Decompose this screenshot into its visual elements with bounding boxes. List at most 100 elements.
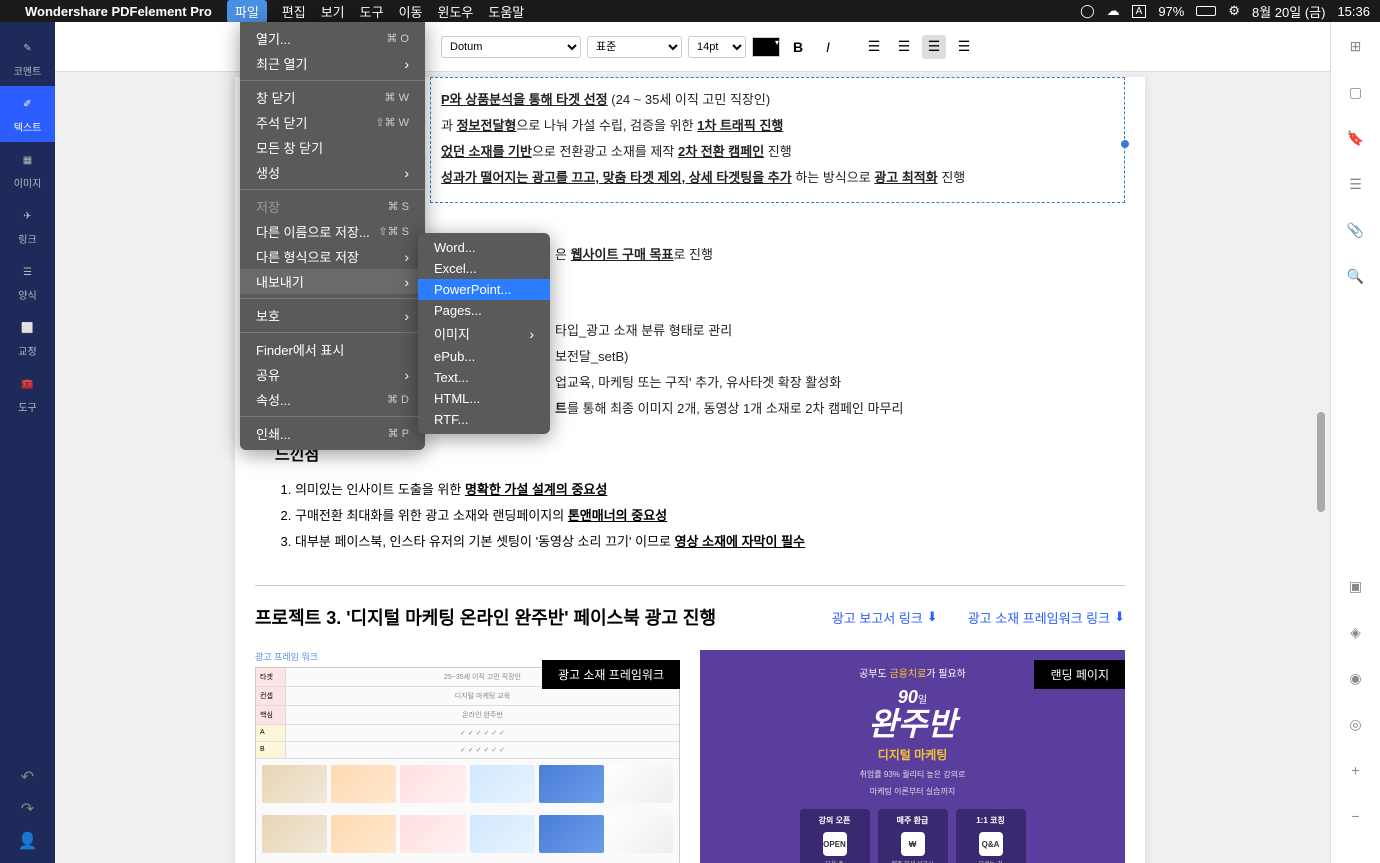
- panel-icon-3[interactable]: ◉: [1347, 669, 1365, 687]
- export-powerpoint[interactable]: PowerPoint...: [418, 279, 550, 300]
- export-pages[interactable]: Pages...: [418, 300, 550, 321]
- menu-file[interactable]: 파일: [227, 0, 267, 23]
- panel-icon-4[interactable]: ◎: [1347, 715, 1365, 733]
- sidebar-label: 도구: [18, 399, 36, 414]
- menubar-time[interactable]: 15:36: [1337, 4, 1370, 19]
- menu-view[interactable]: 보기: [321, 2, 345, 21]
- menu-go[interactable]: 이동: [399, 2, 423, 21]
- menu-close-all[interactable]: 모든 창 닫기: [240, 135, 425, 160]
- menu-recent[interactable]: 최근 열기: [240, 51, 425, 76]
- sidebar-item-text[interactable]: ✐ 텍스트: [0, 86, 55, 142]
- export-text[interactable]: Text...: [418, 367, 550, 388]
- tools-icon: 🧰: [18, 375, 38, 395]
- menu-open[interactable]: 열기...⌘ O: [240, 26, 425, 51]
- sidebar-item-tools[interactable]: 🧰 도구: [0, 366, 55, 422]
- sidebar-item-redact[interactable]: ⬜ 교정: [0, 310, 55, 366]
- cloud-icon[interactable]: ☁: [1107, 3, 1120, 19]
- export-image[interactable]: 이미지: [418, 321, 550, 346]
- panel-icon-1[interactable]: ▣: [1347, 577, 1365, 595]
- image-label: 랜딩 페이지: [1034, 660, 1125, 689]
- align-center-button[interactable]: ☰: [892, 35, 916, 59]
- input-source-icon[interactable]: A: [1132, 5, 1147, 18]
- app-name[interactable]: Wondershare PDFelement Pro: [25, 4, 212, 19]
- list-icon[interactable]: ☰: [1347, 175, 1365, 193]
- project-title: 프로젝트 3. '디지털 마케팅 온라인 완주반' 페이스북 광고 진행: [255, 604, 716, 630]
- grid-icon[interactable]: ⊞: [1347, 37, 1365, 55]
- image-label: 광고 소재 프레임워크: [542, 660, 680, 689]
- menubar-date[interactable]: 8월 20일 (금): [1252, 2, 1325, 21]
- export-word[interactable]: Word...: [418, 237, 550, 258]
- menu-properties[interactable]: 속성...⌘ D: [240, 387, 425, 412]
- panel-icon-2[interactable]: ◈: [1347, 623, 1365, 641]
- menu-protect[interactable]: 보호: [240, 303, 425, 328]
- sidebar-label: 텍스트: [14, 119, 42, 134]
- menu-window[interactable]: 윈도우: [437, 2, 473, 21]
- attachment-icon[interactable]: 📎: [1347, 221, 1365, 239]
- align-justify-button[interactable]: ☰: [952, 35, 976, 59]
- list-item: 의미있는 인사이트 도출을 위한 명확한 가설 설계의 중요성: [295, 477, 1125, 503]
- file-dropdown-menu: 열기...⌘ O 최근 열기 창 닫기⌘ W 주석 닫기⇧⌘ W 모든 창 닫기…: [240, 22, 425, 450]
- shield-icon[interactable]: ◯: [1080, 3, 1095, 19]
- sidebar-item-image[interactable]: ▦ 이미지: [0, 142, 55, 198]
- redact-icon: ⬜: [18, 319, 38, 339]
- menu-show-finder[interactable]: Finder에서 표시: [240, 337, 425, 362]
- export-excel[interactable]: Excel...: [418, 258, 550, 279]
- download-icon: ⬇: [927, 609, 938, 625]
- framework-image: 광고 프레임 워크 타겟25~35세 이직 고민 직장인 컨셉디지털 마케팅 교…: [255, 650, 680, 863]
- left-sidebar: ✎ 코멘트 ✐ 텍스트 ▦ 이미지 ✈ 링크 ☰ 양식 ⬜ 교정 🧰 도구 ↶: [0, 22, 55, 863]
- export-epub[interactable]: ePub...: [418, 346, 550, 367]
- framework-link[interactable]: 광고 소재 프레임워크 링크 ⬇: [968, 608, 1125, 627]
- list-item: 대부분 페이스북, 인스타 유저의 기본 셋팅이 '동영상 소리 끄기' 이므로…: [295, 529, 1125, 555]
- form-icon: ☰: [18, 263, 38, 283]
- menu-create[interactable]: 생성: [240, 160, 425, 185]
- redo-icon[interactable]: ↷: [16, 797, 40, 821]
- menu-save: 저장⌘ S: [240, 194, 425, 219]
- sidebar-item-link[interactable]: ✈ 링크: [0, 198, 55, 254]
- align-left-button[interactable]: ☰: [862, 35, 886, 59]
- download-icon: ⬇: [1114, 609, 1125, 625]
- selected-text-block[interactable]: P와 상품분석을 통해 타겟 선정 (24 ~ 35세 이직 고민 직장인) 과…: [430, 77, 1125, 203]
- image-icon: ▦: [18, 151, 38, 171]
- menu-export[interactable]: 내보내기: [240, 269, 425, 294]
- menu-close-window[interactable]: 창 닫기⌘ W: [240, 85, 425, 110]
- sidebar-label: 양식: [18, 287, 36, 302]
- control-center-icon[interactable]: ⚙: [1228, 3, 1240, 19]
- landing-image: 공부도 금융치료가 필요하 90일 완주반 디지털 마케팅 취업률 93% 퀄리…: [700, 650, 1125, 863]
- add-icon[interactable]: +: [1347, 761, 1365, 779]
- export-html[interactable]: HTML...: [418, 388, 550, 409]
- battery-percent: 97%: [1158, 4, 1184, 19]
- search-icon[interactable]: 🔍: [1347, 267, 1365, 285]
- user-icon[interactable]: 👤: [16, 829, 40, 853]
- menu-edit[interactable]: 편집: [282, 2, 306, 21]
- menu-save-as[interactable]: 다른 이름으로 저장...⇧⌘ S: [240, 219, 425, 244]
- minus-icon[interactable]: −: [1347, 807, 1365, 825]
- report-link[interactable]: 광고 보고서 링크 ⬇: [832, 608, 938, 627]
- size-select[interactable]: 14pt: [688, 36, 746, 58]
- list-item: 구매전환 최대화를 위한 광고 소재와 랜딩페이지의 톤앤매너의 중요성: [295, 503, 1125, 529]
- style-select[interactable]: 표준: [587, 36, 682, 58]
- menu-close-annotation[interactable]: 주석 닫기⇧⌘ W: [240, 110, 425, 135]
- font-select[interactable]: Dotum: [441, 36, 581, 58]
- menu-save-other[interactable]: 다른 형식으로 저장: [240, 244, 425, 269]
- bookmark-icon[interactable]: 🔖: [1347, 129, 1365, 147]
- sidebar-item-comment[interactable]: ✎ 코멘트: [0, 30, 55, 86]
- sidebar-item-form[interactable]: ☰ 양식: [0, 254, 55, 310]
- menu-share[interactable]: 공유: [240, 362, 425, 387]
- right-sidebar: ⊞ ▢ 🔖 ☰ 📎 🔍 ▣ ◈ ◉ ◎ + −: [1330, 22, 1380, 863]
- menu-help[interactable]: 도움말: [488, 2, 524, 21]
- menu-print[interactable]: 인쇄...⌘ P: [240, 421, 425, 446]
- align-right-button[interactable]: ☰: [922, 35, 946, 59]
- text-color-picker[interactable]: ▾: [752, 37, 780, 57]
- menu-tools[interactable]: 도구: [360, 2, 384, 21]
- export-submenu: Word... Excel... PowerPoint... Pages... …: [418, 233, 550, 434]
- vertical-scrollbar[interactable]: [1317, 412, 1325, 512]
- undo-icon[interactable]: ↶: [16, 765, 40, 789]
- bold-button[interactable]: B: [786, 35, 810, 59]
- italic-button[interactable]: I: [816, 35, 840, 59]
- sidebar-label: 이미지: [14, 175, 42, 190]
- sidebar-label: 교정: [18, 343, 36, 358]
- feelings-list: 의미있는 인사이트 도출을 위한 명확한 가설 설계의 중요성 구매전환 최대화…: [255, 477, 1125, 555]
- project-3-header: 프로젝트 3. '디지털 마케팅 온라인 완주반' 페이스북 광고 진행 광고 …: [255, 585, 1125, 640]
- page-icon[interactable]: ▢: [1347, 83, 1365, 101]
- export-rtf[interactable]: RTF...: [418, 409, 550, 430]
